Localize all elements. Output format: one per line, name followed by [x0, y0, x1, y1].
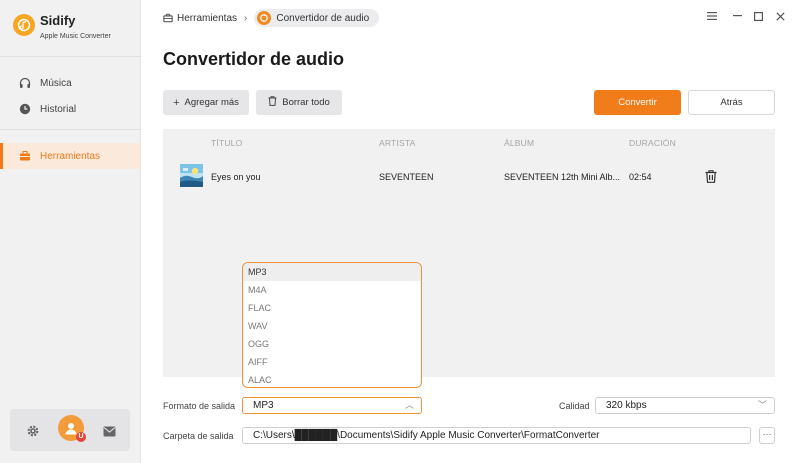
output-format-value: MP3	[253, 400, 274, 411]
app-name: Sidify	[40, 13, 76, 28]
clear-all-label: Borrar todo	[282, 97, 330, 108]
track-duration: 02:54	[629, 172, 652, 182]
plus-icon: +	[173, 96, 180, 109]
format-dropdown-list: MP3 M4A FLAC WAV OGG AIFF ALAC	[242, 262, 422, 388]
clock-icon	[19, 103, 31, 115]
breadcrumb: Herramientas › Convertidor de audio	[163, 9, 380, 27]
column-header-duration: DURACIÓN	[629, 138, 676, 148]
page-title: Convertidor de audio	[163, 49, 345, 69]
user-badge: U	[76, 432, 86, 442]
format-option-flac[interactable]: FLAC	[243, 299, 421, 317]
album-art	[180, 164, 203, 187]
trash-icon	[268, 96, 277, 109]
sidebar-bottom-bar: U	[10, 409, 130, 451]
sidebar-item-label: Música	[40, 77, 72, 89]
toolbox-icon	[163, 13, 173, 23]
format-option-wav[interactable]: WAV	[243, 317, 421, 335]
output-format-select[interactable]: MP3 ︿	[242, 397, 422, 414]
sidebar-item-herramientas[interactable]: Herramientas	[0, 143, 140, 169]
add-more-label: Agregar más	[184, 97, 239, 108]
column-header-artist: ARTISTA	[379, 138, 416, 148]
chevron-right-icon: ›	[244, 12, 248, 24]
quality-select[interactable]: 320 kbps ﹀	[595, 397, 775, 414]
column-header-album: ÁLBUM	[504, 138, 535, 148]
sidebar-item-label: Herramientas	[40, 150, 101, 162]
table-row[interactable]: Eyes on you SEVENTEEN SEVENTEEN 12th Min…	[163, 160, 775, 190]
output-format-label: Formato de salida	[163, 401, 236, 411]
sidify-logo-icon	[13, 14, 35, 36]
column-header-title: TÍTULO	[211, 138, 243, 148]
track-title: Eyes on you	[211, 172, 261, 182]
toolbox-icon	[19, 150, 31, 162]
delete-track-icon[interactable]	[705, 170, 717, 183]
clear-all-button[interactable]: Borrar todo	[256, 90, 342, 115]
output-folder-label: Carpeta de salida	[163, 431, 234, 441]
breadcrumb-current: Convertidor de audio	[254, 9, 380, 27]
convert-button[interactable]: Convertir	[594, 90, 681, 115]
quality-label: Calidad	[559, 401, 590, 411]
maximize-icon[interactable]	[752, 10, 764, 22]
format-option-m4a[interactable]: M4A	[243, 281, 421, 299]
format-option-alac[interactable]: ALAC	[243, 371, 421, 387]
mail-icon[interactable]	[103, 424, 116, 437]
app-subtitle: Apple Music Converter	[40, 33, 111, 40]
breadcrumb-root[interactable]: Herramientas	[177, 13, 237, 24]
back-button[interactable]: Atrás	[688, 90, 775, 115]
sidebar-divider	[0, 129, 141, 130]
sidebar-item-musica[interactable]: Música	[0, 70, 140, 96]
sidebar-divider	[0, 56, 141, 57]
minimize-icon[interactable]	[731, 10, 743, 22]
browse-folder-button[interactable]: ···	[759, 427, 775, 444]
headphones-icon	[19, 77, 31, 89]
output-folder-field[interactable]: C:\Users\██████\Documents\Sidify Apple M…	[242, 427, 751, 444]
close-icon[interactable]	[774, 10, 786, 22]
chevron-up-icon: ︿	[404, 400, 414, 410]
sidebar: Sidify Apple Music Converter Música Hist…	[0, 0, 141, 463]
track-album: SEVENTEEN 12th Mini Alb...	[504, 172, 621, 182]
add-more-button[interactable]: + Agregar más	[163, 90, 249, 115]
format-option-mp3[interactable]: MP3	[243, 263, 421, 281]
format-option-ogg[interactable]: OGG	[243, 335, 421, 353]
menu-icon[interactable]	[706, 10, 718, 22]
sidebar-item-label: Historial	[40, 103, 77, 115]
chevron-down-icon: ﹀	[757, 400, 767, 410]
breadcrumb-current-label: Convertidor de audio	[276, 12, 370, 24]
app-logo: Sidify Apple Music Converter	[13, 14, 111, 41]
audio-converter-icon	[257, 11, 272, 25]
track-artist: SEVENTEEN	[379, 172, 434, 182]
quality-value: 320 kbps	[606, 400, 647, 411]
gear-icon[interactable]	[27, 424, 39, 437]
format-option-aiff[interactable]: AIFF	[243, 353, 421, 371]
sidebar-item-historial[interactable]: Historial	[0, 96, 140, 122]
